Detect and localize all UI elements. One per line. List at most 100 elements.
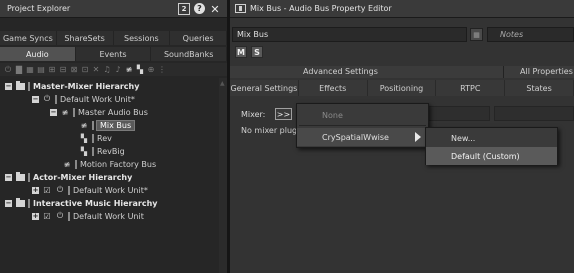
virtual-folder-icon[interactable]: ▤	[36, 65, 46, 75]
tree-row-interactive-music[interactable]: − Interactive Music Hierarchy	[5, 197, 158, 209]
project-explorer-titlebar: Project Explorer 2 ? ✕	[0, 0, 227, 18]
random-container-icon[interactable]: ⊟	[58, 65, 68, 75]
aux-bus-tool-icon[interactable]: ▚	[135, 65, 145, 75]
tab-rtpc[interactable]: RTPC	[436, 80, 506, 96]
mixer-submenu: New... Default (Custom)	[425, 127, 558, 165]
tree-label-selected: Mix Bus	[95, 119, 136, 131]
menu-separator	[299, 125, 426, 126]
power-icon[interactable]: ⏻	[3, 65, 13, 75]
tree-row-motion-factory-bus[interactable]: ≢ Motion Factory Bus	[62, 158, 156, 170]
all-properties-tab[interactable]: All Properties	[520, 67, 573, 76]
tree-row-mix-bus[interactable]: ≢ Mix Bus	[79, 119, 136, 131]
advanced-settings-tab[interactable]: Advanced Settings	[303, 67, 378, 76]
collapse-icon[interactable]: −	[5, 173, 12, 181]
tree-label: Actor-Mixer Hierarchy	[33, 172, 133, 182]
voice-icon[interactable]: ♪	[113, 65, 123, 75]
menu-item-default-custom[interactable]: Default (Custom)	[426, 147, 557, 165]
mixer-label: Mixer:	[241, 110, 266, 119]
divider-bar	[28, 81, 30, 91]
divider-bar	[75, 159, 77, 169]
explorer-tabs-top: Game Syncs ShareSets Sessions Queries	[0, 31, 227, 45]
divider	[503, 66, 504, 78]
mute-button[interactable]: M	[235, 46, 247, 58]
tab-queries[interactable]: Queries	[170, 31, 227, 45]
audio-bus-tool-icon[interactable]: ≢	[124, 65, 134, 75]
tree-row-default-work-unit-master[interactable]: − ⏻ Default Work Unit*	[32, 93, 135, 105]
blend-container-icon[interactable]: ✕	[91, 65, 101, 75]
property-editor-titlebar: Mix Bus - Audio Bus Property Editor	[230, 0, 574, 18]
expand-icon[interactable]: +	[32, 186, 39, 194]
motion-bus-icon: ≢	[63, 159, 71, 169]
advanced-settings-bar: Advanced Settings All Properties	[230, 66, 574, 78]
solo-button[interactable]: S	[251, 46, 263, 58]
tab-game-syncs[interactable]: Game Syncs	[0, 31, 57, 45]
menu-item-cryspatialwwise[interactable]: CrySpatialWwise	[297, 128, 428, 146]
checkbox-icon: ☑	[43, 185, 51, 195]
tree-row-default-work-unit-actor[interactable]: + ☑ ⏻ Default Work Unit*	[32, 184, 148, 196]
hierarchy-tree: − Master-Mixer Hierarchy − ⏻ Default Wor…	[0, 78, 218, 273]
help-icon[interactable]: ?	[194, 3, 205, 14]
tree-label: Default Work Unit*	[73, 185, 148, 195]
sequence-container-icon[interactable]: ⊠	[69, 65, 79, 75]
property-tabs: General Settings Effects Positioning RTP…	[230, 80, 574, 96]
tab-general-settings[interactable]: General Settings	[230, 80, 299, 96]
menu-item-none[interactable]: None	[297, 106, 428, 124]
mixer-context-menu: None CrySpatialWwise	[296, 103, 429, 148]
collapse-icon[interactable]: −	[5, 199, 12, 207]
checkbox-icon: ☑	[43, 211, 51, 221]
mixer-field[interactable]	[427, 106, 490, 121]
tab-positioning[interactable]: Positioning	[367, 80, 437, 96]
tree-row-rev[interactable]: ▚ Rev	[79, 132, 112, 144]
expand-icon[interactable]: +	[32, 212, 39, 220]
tab-states[interactable]: States	[505, 80, 574, 96]
project-explorer-panel: Project Explorer 2 ? ✕ Game Syncs ShareS…	[0, 0, 228, 273]
notes-field[interactable]: Notes	[487, 27, 574, 42]
divider-bar	[68, 211, 70, 221]
object-name-field[interactable]: Mix Bus	[232, 27, 467, 42]
tab-effects[interactable]: Effects	[298, 80, 368, 96]
tree-label: Interactive Music Hierarchy	[33, 198, 158, 208]
explorer-toolbar: ⏻ ▇ ▦ ▤ ⊞ ⊟ ⊠ ⊡ ✕ ♫ ♪ ≢ ▚ ⊕ ⋮	[0, 63, 227, 76]
collapse-icon[interactable]: −	[50, 108, 57, 116]
tree-row-master-mixer[interactable]: − Master-Mixer Hierarchy	[5, 80, 139, 92]
close-icon[interactable]: ✕	[209, 3, 221, 16]
mixer-browse-button[interactable]: >>	[275, 108, 292, 120]
tab-sessions[interactable]: Sessions	[113, 31, 171, 45]
work-unit-icon[interactable]: ▦	[25, 65, 35, 75]
menu-item-new[interactable]: New...	[426, 129, 557, 147]
sound-icon[interactable]: ♫	[102, 65, 112, 75]
collapse-icon[interactable]: −	[32, 95, 39, 103]
tab-sharesets[interactable]: ShareSets	[56, 31, 114, 45]
instance-number-button[interactable]: 2	[178, 3, 190, 15]
divider-bar	[28, 172, 30, 182]
audio-bus-icon: ≢	[61, 107, 69, 117]
motion-bus-tool-icon[interactable]: ⊕	[146, 65, 156, 75]
tree-scrollbar[interactable]: ▲	[219, 78, 227, 273]
pin-icon[interactable]	[235, 4, 246, 13]
mixer-field-secondary[interactable]	[494, 106, 574, 121]
color-icon[interactable]: ▦	[470, 28, 483, 41]
tree-label: Default Work Unit*	[60, 94, 135, 104]
tree-label: Motion Factory Bus	[80, 159, 157, 169]
project-explorer-title: Project Explorer	[7, 4, 71, 13]
tree-label: RevBig	[97, 146, 125, 156]
tree-row-master-audio-bus[interactable]: − ≢ Master Audio Bus	[50, 106, 148, 118]
tab-events[interactable]: Events	[75, 47, 152, 61]
folder-icon[interactable]: ▇	[14, 65, 24, 75]
aux-bus-icon: ▚	[80, 146, 88, 156]
tab-soundbanks[interactable]: SoundBanks	[151, 47, 228, 61]
actor-mixer-icon[interactable]: ⊞	[47, 65, 57, 75]
divider-bar	[28, 198, 30, 208]
tree-row-actor-mixer[interactable]: − Actor-Mixer Hierarchy	[5, 171, 132, 183]
collapse-icon[interactable]: −	[5, 82, 12, 90]
explorer-tabs-bottom: Audio Events SoundBanks	[0, 47, 228, 61]
switch-container-icon[interactable]: ⊡	[80, 65, 90, 75]
tree-label: Master-Mixer Hierarchy	[33, 81, 140, 91]
tab-audio[interactable]: Audio	[0, 47, 76, 61]
tree-row-revbig[interactable]: ▚ RevBig	[79, 145, 125, 157]
audio-bus-icon: ≢	[80, 120, 88, 130]
more-icon[interactable]: ⋮	[157, 65, 167, 75]
scroll-up-icon[interactable]: ▲	[220, 80, 225, 87]
tree-row-default-work-unit-music[interactable]: + ☑ ⏻ Default Work Unit	[32, 210, 144, 222]
folder-icon	[15, 171, 25, 182]
